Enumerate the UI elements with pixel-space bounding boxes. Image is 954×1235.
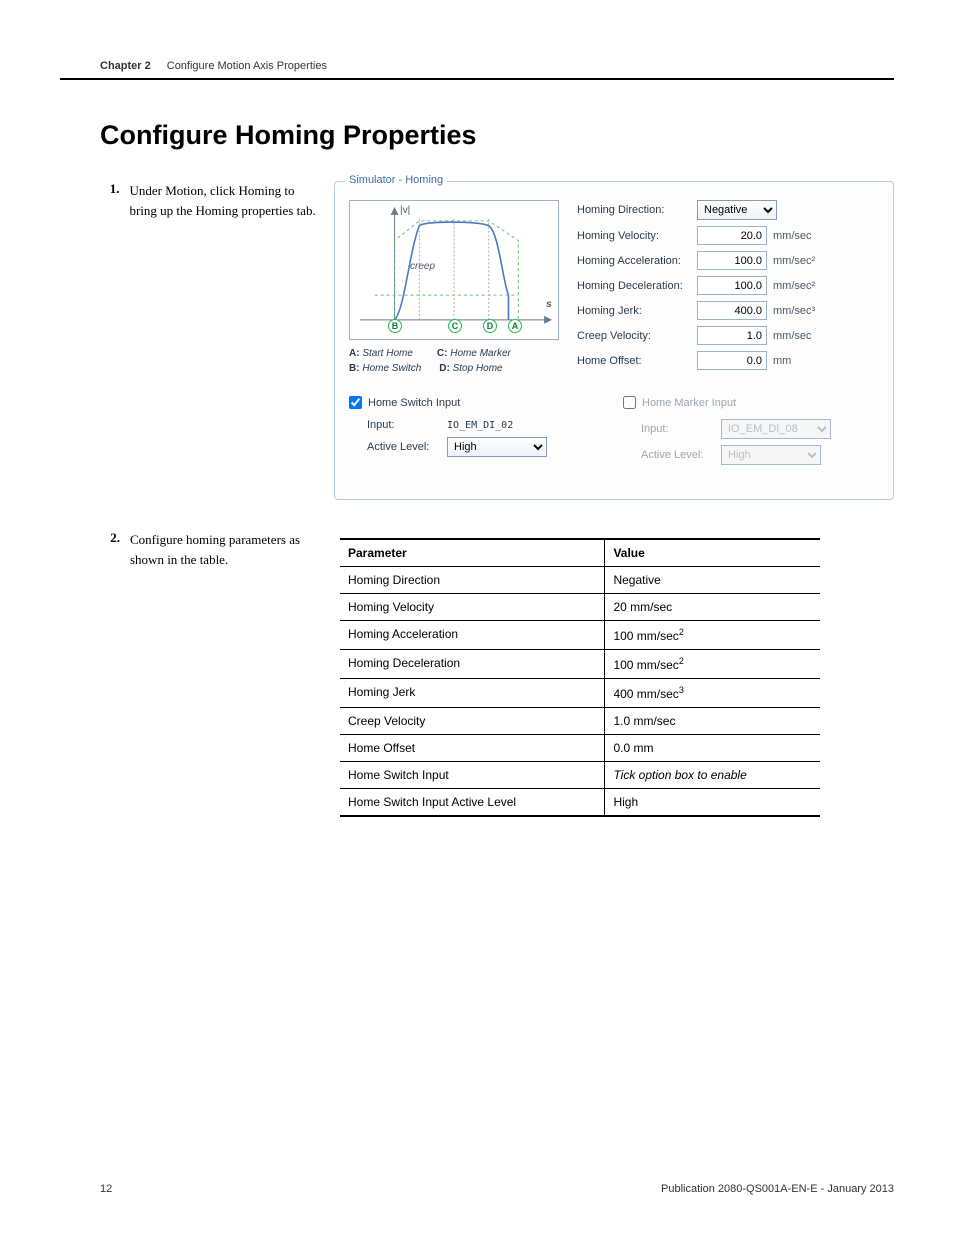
step-2-number: 2. [100, 530, 130, 546]
legend-c-key: C: [437, 348, 448, 359]
legend-d-val: Stop Home [453, 363, 503, 374]
legend-a-key: A: [349, 348, 360, 359]
param-accel-unit: mm/sec² [773, 255, 815, 267]
legend-a-val: Start Home [362, 348, 413, 359]
table-row: Homing Deceleration100 mm/sec2 [340, 650, 820, 679]
home-switch-input-label: Input: [367, 419, 447, 431]
table-cell-parameter: Creep Velocity [340, 708, 605, 735]
param-creep-unit: mm/sec [773, 330, 812, 342]
table-row: Home Switch InputTick option box to enab… [340, 762, 820, 789]
home-marker-block: Home Marker Input Input: IO_EM_DI_08 Act… [623, 396, 879, 471]
home-marker-level-select: High [721, 445, 821, 465]
page-header: Chapter 2 Configure Motion Axis Properti… [60, 60, 894, 80]
table-cell-value: 400 mm/sec3 [605, 679, 820, 708]
table-cell-value: 0.0 mm [605, 735, 820, 762]
param-offset-input[interactable] [697, 351, 767, 370]
param-creep-label: Creep Velocity: [577, 330, 697, 342]
homing-parameter-table: Parameter Value Homing DirectionNegative… [340, 538, 820, 817]
param-accel-label: Homing Acceleration: [577, 255, 697, 267]
param-jerk-input[interactable] [697, 301, 767, 320]
table-cell-parameter: Home Switch Input [340, 762, 605, 789]
param-decel-label: Homing Deceleration: [577, 280, 697, 292]
diagram-marker-a: A [508, 319, 522, 333]
table-row: Homing Acceleration100 mm/sec2 [340, 621, 820, 650]
table-cell-value: 100 mm/sec2 [605, 650, 820, 679]
page-number: 12 [100, 1183, 112, 1195]
legend-c-val: Home Marker [450, 348, 511, 359]
diagram-legend: A: Start Home C: Home Marker B: Home Swi… [349, 346, 559, 376]
param-jerk-unit: mm/sec³ [773, 305, 815, 317]
home-marker-input-select: IO_EM_DI_08 [721, 419, 831, 439]
param-direction-select[interactable]: Negative [697, 200, 777, 220]
param-velocity-input[interactable] [697, 226, 767, 245]
home-marker-input-label: Input: [641, 423, 721, 435]
table-cell-parameter: Homing Acceleration [340, 621, 605, 650]
publication-info: Publication 2080-QS001A-EN-E - January 2… [661, 1183, 894, 1195]
diagram-v-label: |v| [400, 205, 410, 216]
diagram-marker-b: B [388, 319, 402, 333]
table-cell-parameter: Homing Jerk [340, 679, 605, 708]
param-offset-label: Home Offset: [577, 355, 697, 367]
step-1-number: 1. [100, 181, 129, 197]
param-velocity-unit: mm/sec [773, 230, 812, 242]
table-cell-parameter: Homing Direction [340, 567, 605, 594]
diagram-s-label: s [546, 299, 552, 310]
param-velocity-label: Homing Velocity: [577, 230, 697, 242]
page-footer: 12 Publication 2080-QS001A-EN-E - Januar… [100, 1183, 894, 1195]
table-row: Home Offset0.0 mm [340, 735, 820, 762]
chapter-label: Chapter 2 [100, 60, 151, 72]
param-decel-unit: mm/sec² [773, 280, 815, 292]
table-cell-value: High [605, 789, 820, 817]
param-accel-input[interactable] [697, 251, 767, 270]
diagram-creep-label: creep [410, 261, 435, 272]
table-row: Home Switch Input Active LevelHigh [340, 789, 820, 817]
param-direction-label: Homing Direction: [577, 204, 697, 216]
simulator-homing-panel: Simulator - Homing [334, 181, 894, 500]
legend-b-key: B: [349, 363, 360, 374]
home-switch-block: Home Switch Input Input: IO_EM_DI_02 Act… [349, 396, 605, 471]
param-creep-input[interactable] [697, 326, 767, 345]
panel-legend: Simulator - Homing [345, 174, 447, 186]
section-title: Configure Homing Properties [100, 120, 894, 151]
table-row: Homing DirectionNegative [340, 567, 820, 594]
home-switch-title: Home Switch Input [368, 397, 460, 409]
table-cell-value: 20 mm/sec [605, 594, 820, 621]
table-head-value: Value [605, 539, 820, 567]
home-marker-title: Home Marker Input [642, 397, 736, 409]
table-cell-value: Negative [605, 567, 820, 594]
home-switch-level-select[interactable]: High [447, 437, 547, 457]
homing-params: Homing Direction: Negative Homing Veloci… [577, 200, 879, 376]
table-head-parameter: Parameter [340, 539, 605, 567]
home-switch-checkbox[interactable] [349, 396, 362, 409]
table-row: Creep Velocity1.0 mm/sec [340, 708, 820, 735]
home-marker-checkbox[interactable] [623, 396, 636, 409]
step-2-text: Configure homing parameters as shown in … [130, 530, 340, 569]
chapter-title: Configure Motion Axis Properties [167, 60, 327, 72]
param-jerk-label: Homing Jerk: [577, 305, 697, 317]
step-2: 2. Configure homing parameters as shown … [100, 530, 894, 817]
step-1: 1. Under Motion, click Homing to bring u… [100, 181, 894, 500]
table-row: Homing Jerk400 mm/sec3 [340, 679, 820, 708]
step-1-text: Under Motion, click Homing to bring up t… [129, 181, 334, 220]
table-cell-value: 1.0 mm/sec [605, 708, 820, 735]
table-cell-value: Tick option box to enable [605, 762, 820, 789]
table-cell-parameter: Homing Velocity [340, 594, 605, 621]
table-cell-value: 100 mm/sec2 [605, 621, 820, 650]
table-cell-parameter: Home Offset [340, 735, 605, 762]
param-offset-unit: mm [773, 355, 791, 367]
table-row: Homing Velocity20 mm/sec [340, 594, 820, 621]
diagram-marker-d: D [483, 319, 497, 333]
home-switch-level-label: Active Level: [367, 441, 447, 453]
table-cell-parameter: Homing Deceleration [340, 650, 605, 679]
legend-b-val: Home Switch [362, 363, 421, 374]
home-marker-level-label: Active Level: [641, 449, 721, 461]
table-cell-parameter: Home Switch Input Active Level [340, 789, 605, 817]
home-switch-input-value: IO_EM_DI_02 [447, 420, 513, 431]
homing-diagram: |v| creep s B C D A [349, 200, 559, 340]
legend-d-key: D: [439, 363, 450, 374]
diagram-marker-c: C [448, 319, 462, 333]
param-decel-input[interactable] [697, 276, 767, 295]
